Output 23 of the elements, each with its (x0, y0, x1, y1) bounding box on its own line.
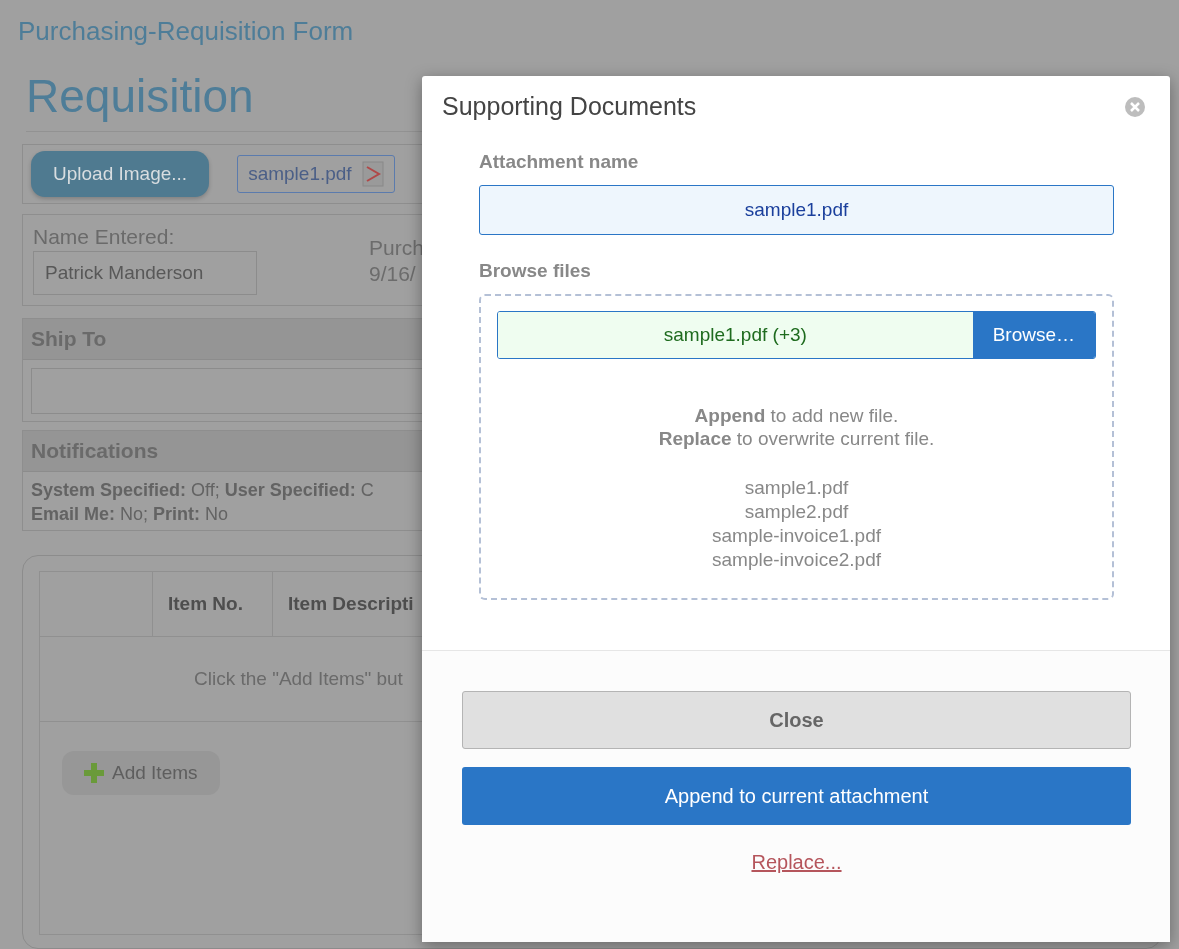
attachment-name-field[interactable]: sample1.pdf (479, 185, 1114, 235)
attachment-chip[interactable]: sample1.pdf (237, 155, 395, 193)
upload-image-button[interactable]: Upload Image... (31, 151, 210, 197)
replace-link[interactable]: Replace... (751, 851, 842, 874)
attachment-filename: sample1.pdf (248, 163, 352, 185)
close-button[interactable]: Close (462, 691, 1131, 749)
field-label: Browse files (479, 260, 592, 282)
help-text: Append to add new file. (693, 404, 900, 427)
file-name: sample-invoice2.pdf (712, 548, 881, 572)
file-name: sample-invoice1.pdf (712, 524, 881, 548)
field-label: Attachment name (479, 151, 640, 173)
pdf-icon (361, 161, 384, 187)
close-icon[interactable] (1124, 95, 1146, 118)
dialog-title: Supporting Documents (442, 92, 697, 121)
name-field[interactable]: Patrick Manderson (33, 251, 257, 295)
append-button[interactable]: Append to current attachment (462, 767, 1131, 825)
file-name: sample2.pdf (744, 500, 849, 524)
notification-text: Email Me: No; Print: No (30, 503, 230, 526)
plus-icon (84, 763, 104, 783)
notification-text: System Specified: Off; User Specified: C (30, 479, 375, 502)
file-name: sample1.pdf (744, 476, 849, 500)
column-header: Item No. (152, 572, 272, 636)
page-title: Purchasing-Requisition Form (18, 16, 355, 47)
